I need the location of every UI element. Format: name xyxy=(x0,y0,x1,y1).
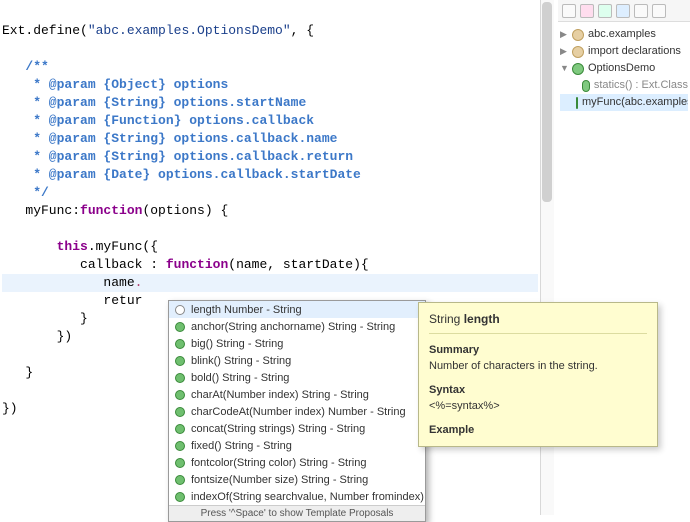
doc-syntax-text: <%=syntax%> xyxy=(429,398,647,414)
outline-item-label: import declarations xyxy=(588,43,681,60)
method-icon xyxy=(175,475,185,485)
twisty-icon[interactable]: ▶ xyxy=(560,43,570,60)
autocomplete-item[interactable]: fontcolor(String color) String - String xyxy=(169,454,425,471)
class-icon xyxy=(572,63,584,75)
outline-item[interactable]: myFunc(abc.examples.Op xyxy=(560,94,688,111)
outline-item[interactable]: statics() : Ext.Class xyxy=(560,77,688,94)
doc-tooltip: String length Summary Number of characte… xyxy=(418,302,658,447)
scrollbar-thumb[interactable] xyxy=(542,2,552,202)
toolbar-icon[interactable] xyxy=(616,4,630,18)
autocomplete-item-label: big() String - String xyxy=(191,338,283,350)
outline-item-label: OptionsDemo xyxy=(588,60,655,77)
method-icon xyxy=(175,373,185,383)
autocomplete-item-label: fontsize(Number size) String - String xyxy=(191,474,368,486)
outline-item-label: myFunc(abc.examples.Op xyxy=(582,94,688,111)
autocomplete-item[interactable]: anchor(String anchorname) String - Strin… xyxy=(169,318,425,335)
autocomplete-item[interactable]: bold() String - String xyxy=(169,369,425,386)
code-text: Ext.define xyxy=(2,23,80,38)
outline-item[interactable]: ▶ import declarations xyxy=(560,43,688,60)
pkg-icon xyxy=(572,29,584,41)
doc-summary-heading: Summary xyxy=(429,342,647,358)
twisty-icon[interactable]: ▶ xyxy=(560,26,570,43)
autocomplete-item-label: charAt(Number index) String - String xyxy=(191,389,369,401)
autocomplete-item[interactable]: blink() String - String xyxy=(169,352,425,369)
outline-item[interactable]: ▶ abc.examples xyxy=(560,26,688,43)
autocomplete-item[interactable]: charCodeAt(Number index) Number - String xyxy=(169,403,425,420)
autocomplete-item-label: fontcolor(String color) String - String xyxy=(191,457,366,469)
twisty-icon[interactable]: ▼ xyxy=(560,60,570,77)
outline-item[interactable]: ▼ OptionsDemo xyxy=(560,60,688,77)
outline-item-label: statics() : Ext.Class xyxy=(594,77,688,94)
toolbar-icon[interactable] xyxy=(580,4,594,18)
outline-item-label: abc.examples xyxy=(588,26,656,43)
toolbar-icon[interactable] xyxy=(562,4,576,18)
toolbar-icon[interactable] xyxy=(598,4,612,18)
method-icon xyxy=(175,458,185,468)
autocomplete-hint: Press '^Space' to show Template Proposal… xyxy=(169,505,425,521)
method-icon xyxy=(175,441,185,451)
autocomplete-item[interactable]: fixed() String - String xyxy=(169,437,425,454)
autocomplete-item-label: bold() String - String xyxy=(191,372,289,384)
method-icon xyxy=(175,339,185,349)
autocomplete-item-label: indexOf(String searchvalue, Number fromi… xyxy=(191,491,425,503)
autocomplete-popup[interactable]: length Number - String anchor(String anch… xyxy=(168,300,426,522)
outline-toolbar xyxy=(558,0,690,22)
autocomplete-item-label: blink() String - String xyxy=(191,355,291,367)
autocomplete-item[interactable]: concat(String strings) String - String xyxy=(169,420,425,437)
method-icon xyxy=(582,80,590,92)
pkg-icon xyxy=(572,46,584,58)
autocomplete-item[interactable]: charAt(Number index) String - String xyxy=(169,386,425,403)
toolbar-icon[interactable] xyxy=(634,4,648,18)
autocomplete-item-label: concat(String strings) String - String xyxy=(191,423,365,435)
property-icon xyxy=(175,305,185,315)
autocomplete-item[interactable]: big() String - String xyxy=(169,335,425,352)
method-icon xyxy=(175,356,185,366)
doc-summary-text: Number of characters in the string. xyxy=(429,358,647,374)
autocomplete-item-label: charCodeAt(Number index) Number - String xyxy=(191,406,406,418)
doc-example-heading: Example xyxy=(429,422,647,438)
autocomplete-item-label: length Number - String xyxy=(191,304,302,316)
outline-tree[interactable]: ▶ abc.examples ▶ import declarations ▼ Option… xyxy=(558,22,690,115)
method-icon xyxy=(175,407,185,417)
method-icon xyxy=(175,390,185,400)
autocomplete-item[interactable]: fontsize(Number size) String - String xyxy=(169,471,425,488)
method-icon xyxy=(175,322,185,332)
autocomplete-item-label: anchor(String anchorname) String - Strin… xyxy=(191,321,395,333)
caret-line: name xyxy=(103,275,134,290)
autocomplete-item[interactable]: length Number - String xyxy=(169,301,425,318)
method-icon xyxy=(576,97,578,109)
autocomplete-item-label: fixed() String - String xyxy=(191,440,292,452)
method-icon xyxy=(175,492,185,502)
method-icon xyxy=(175,424,185,434)
autocomplete-item[interactable]: indexOf(String searchvalue, Number fromi… xyxy=(169,488,425,505)
doc-syntax-heading: Syntax xyxy=(429,382,647,398)
doc-title: String length xyxy=(429,311,647,327)
toolbar-icon[interactable] xyxy=(652,4,666,18)
